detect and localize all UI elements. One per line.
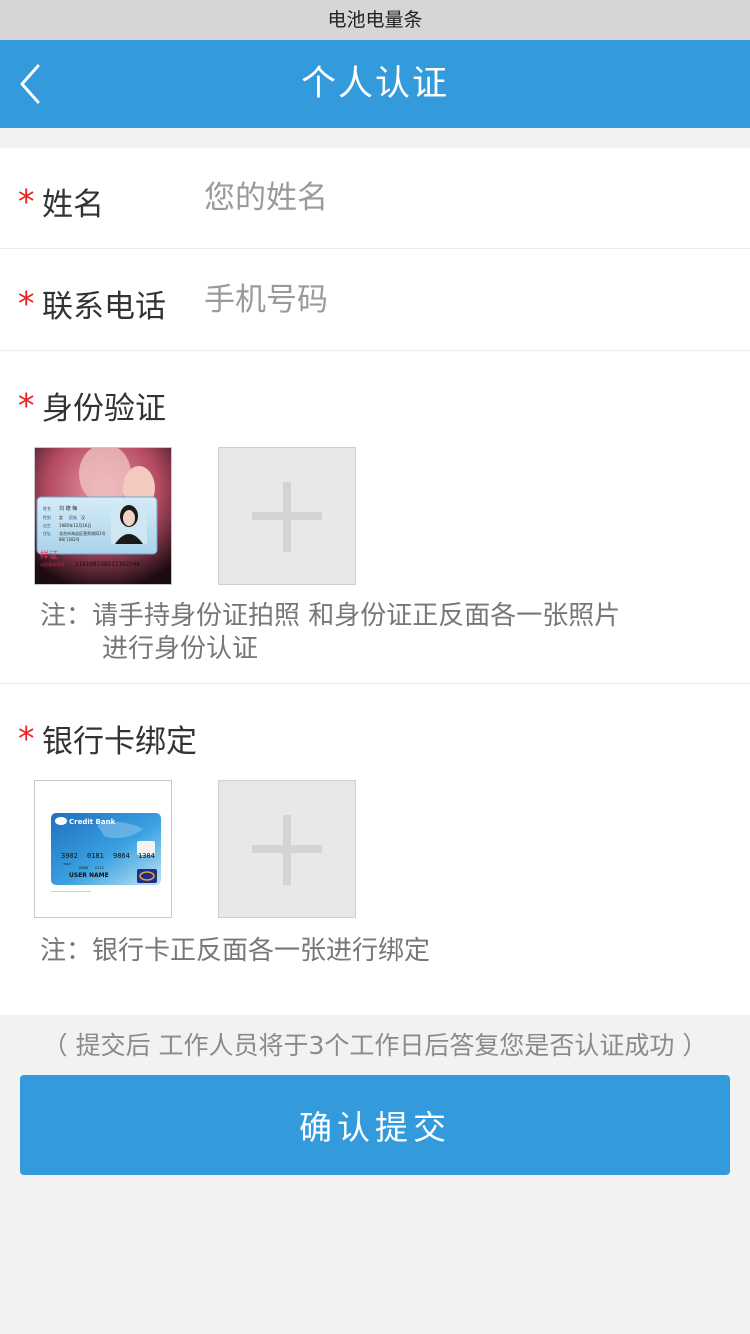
id-card-text: 刘 德 梅 (59, 505, 77, 512)
name-label: 姓名 (42, 187, 104, 223)
id-card-sample-image[interactable]: 姓名 刘 德 梅 性别 女 民族 汉 出生 1985年12月16日 住址 北京市… (34, 447, 172, 585)
bank-add-photo-button[interactable] (218, 780, 356, 918)
phone-row: * 联系电话 (0, 250, 750, 351)
id-card-text: 汉 (81, 514, 85, 520)
card-number-group: 0181 (87, 852, 104, 860)
required-mark: * (18, 182, 35, 221)
bank-note: 注：银行卡正反面各一张进行绑定 (40, 936, 431, 966)
card-valid-from: 0588 (79, 866, 88, 870)
id-card-photo: 姓名 刘 德 梅 性别 女 民族 汉 出生 1985年12月16日 住址 北京市… (35, 448, 171, 584)
note-prefix: 注： (40, 601, 93, 631)
id-card-stamp: 样证 (40, 549, 58, 561)
id-card-text: 女 (59, 514, 63, 520)
id-note-line2: 进行身份认证 (102, 634, 259, 664)
card-issue-no: 3902 (63, 862, 71, 866)
id-card-text: 86门302号 (59, 536, 80, 542)
name-input[interactable] (204, 174, 724, 222)
id-card-text: 1985年12月16日 (59, 522, 91, 528)
id-card-text: 性别 (43, 514, 51, 520)
status-bar-text: 电池电量条 (327, 9, 423, 31)
id-card-text: 民族 (69, 514, 77, 520)
phone-label: 联系电话 (42, 289, 166, 325)
id-add-photo-button[interactable] (218, 447, 356, 585)
id-card-text: 出生 (43, 522, 51, 528)
nav-bar: 个人认证 (0, 40, 750, 128)
card-valid-thru: 0112 (95, 866, 104, 870)
required-mark: * (18, 386, 35, 425)
card-number-group: 3902 (61, 852, 78, 860)
page-title: 个人认证 (300, 64, 449, 104)
card-number-group: 9864 (113, 852, 130, 860)
card-number-group: 1384 (138, 852, 155, 860)
id-verify-section: * 身份验证 姓名 刘 德 梅 性别 女 民族 汉 出生 1985年12月16日… (0, 352, 750, 684)
id-card-text: 住址 (43, 530, 51, 536)
name-row: * 姓名 (0, 148, 750, 249)
bank-card-photo: Credit Bank 3902 0181 9864 1384 3902 058… (35, 781, 171, 917)
plus-icon (252, 482, 322, 552)
plus-icon (252, 815, 322, 885)
bank-card-section: * 银行卡绑定 Credit Bank 3902 0181 9864 1384 … (0, 685, 750, 1015)
phone-input[interactable] (204, 276, 724, 324)
required-mark: * (18, 719, 35, 758)
submit-button[interactable]: 确认提交 (20, 1075, 730, 1175)
bank-card-label: 银行卡绑定 (42, 724, 197, 760)
id-verify-label: 身份验证 (42, 391, 166, 427)
id-card-text: 北京市海淀区营旁胡同1号 (59, 530, 106, 536)
required-mark: * (18, 284, 35, 323)
id-card-text: 姓名 (43, 505, 51, 511)
submit-hint: （ 提交后 工作人员将于3个工作日后答复您是否认证成功 ） (42, 1031, 708, 1060)
id-card-text: 公民身份号码 (40, 561, 64, 567)
id-card-number: 110108198512162348 (75, 561, 140, 568)
bank-name: Credit Bank (69, 818, 116, 826)
id-note-line1: 请手持身份证拍照 和身份证正反面各一张照片 (92, 601, 621, 631)
bank-card-sample-image[interactable]: Credit Bank 3902 0181 9864 1384 3902 058… (34, 780, 172, 918)
status-bar: 电池电量条 (0, 0, 750, 40)
id-note: 注：请手持身份证拍照 和身份证正反面各一张照片 进行身份认证 (40, 600, 730, 666)
card-holder: USER NAME (69, 872, 109, 879)
verification-form: * 姓名 * 联系电话 * 身份验证 (0, 148, 750, 1015)
